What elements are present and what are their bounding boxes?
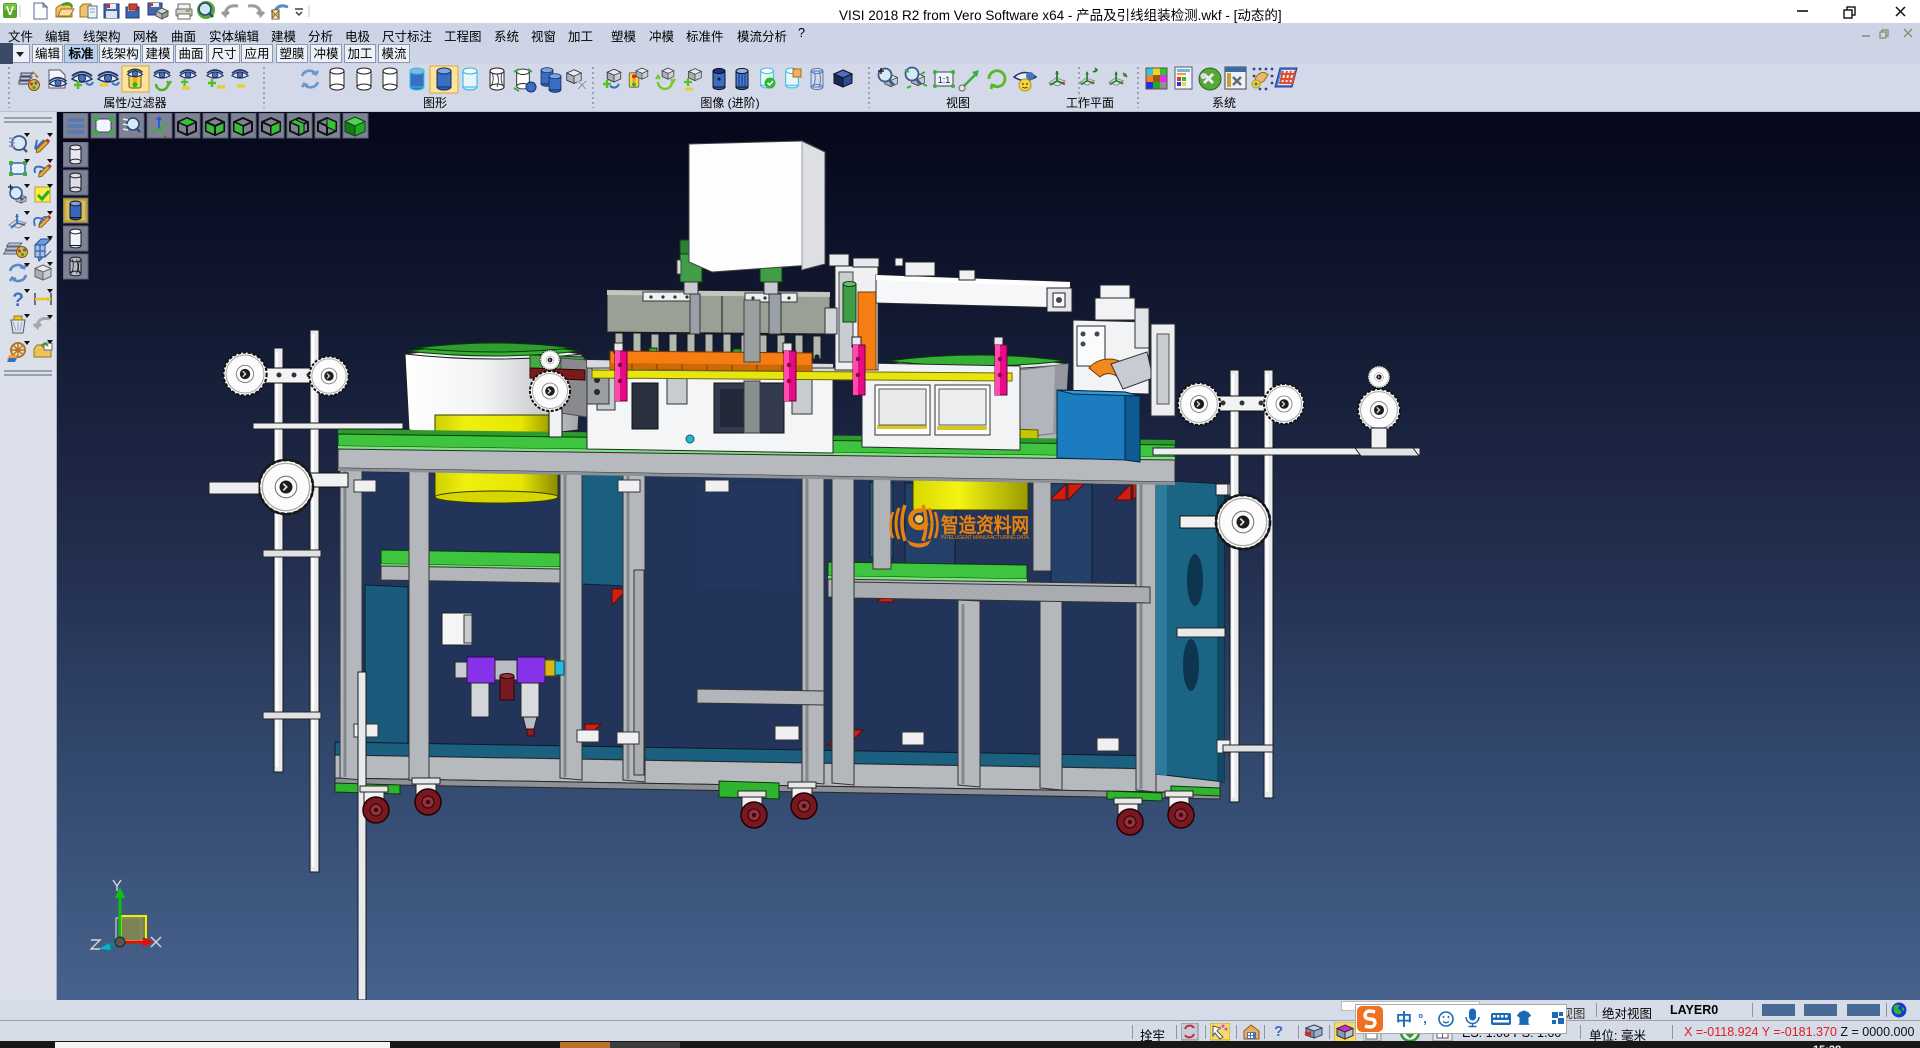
svg-text:1:1: 1:1 xyxy=(938,75,951,85)
svg-text:图像 (进阶): 图像 (进阶) xyxy=(700,96,759,110)
svg-text:°,: °, xyxy=(1418,1011,1427,1026)
svg-text:工作平面: 工作平面 xyxy=(1066,96,1114,110)
svg-text:INTELLIGENT MANUFACTURING DATA: INTELLIGENT MANUFACTURING DATA xyxy=(941,535,1029,541)
svg-text:中: 中 xyxy=(1396,1010,1412,1029)
svg-text:图形: 图形 xyxy=(423,96,447,110)
svg-text:视图: 视图 xyxy=(946,95,970,110)
svg-text:V: V xyxy=(6,4,14,18)
svg-text:智造资料网: 智造资料网 xyxy=(941,513,1029,537)
svg-text:?: ? xyxy=(12,290,24,311)
svg-text:系统: 系统 xyxy=(1212,96,1236,110)
svg-text:属性/过滤器: 属性/过滤器 xyxy=(103,96,166,110)
